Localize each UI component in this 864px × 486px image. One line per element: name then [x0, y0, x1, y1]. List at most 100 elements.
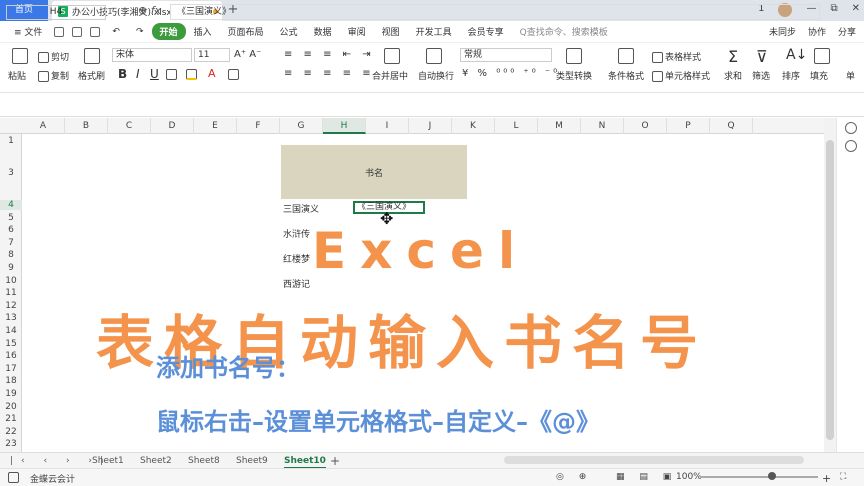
- format-painter-icon[interactable]: [84, 48, 100, 64]
- share-button[interactable]: 分享: [838, 25, 856, 38]
- formula-icons[interactable]: ⊕ fx: [138, 4, 161, 17]
- column-header[interactable]: I: [366, 118, 409, 134]
- column-header[interactable]: A: [22, 118, 65, 134]
- menu-review[interactable]: 审阅: [340, 25, 374, 38]
- book-cell[interactable]: 红楼梦: [283, 252, 310, 265]
- sort-icon[interactable]: A↓: [786, 47, 807, 63]
- row-header[interactable]: 4: [0, 200, 22, 210]
- row-header[interactable]: 13: [0, 313, 22, 323]
- sheet-tab[interactable]: Sheet8: [188, 453, 220, 469]
- column-header[interactable]: K: [452, 118, 495, 134]
- book-cell[interactable]: 西游记: [283, 277, 310, 290]
- number-format-icons[interactable]: ¥ % ⁰⁰⁰ ⁺⁰ ⁻⁰: [462, 68, 560, 79]
- row-header[interactable]: 19: [0, 389, 22, 399]
- row-header[interactable]: 8: [0, 250, 22, 260]
- sheet-tab-active[interactable]: Sheet10: [284, 453, 326, 469]
- redo-icon[interactable]: ↷: [128, 27, 152, 37]
- row-header[interactable]: 23: [0, 439, 22, 449]
- merge-center-icon[interactable]: [384, 48, 400, 64]
- close-button[interactable]: ✕: [852, 3, 860, 17]
- header-cell-book-title[interactable]: 书名: [281, 145, 467, 199]
- column-header[interactable]: N: [581, 118, 624, 134]
- column-header[interactable]: D: [151, 118, 194, 134]
- row-header[interactable]: 22: [0, 427, 22, 437]
- sync-status[interactable]: 未同步: [769, 25, 796, 38]
- filter-icon[interactable]: ⊽: [756, 47, 768, 66]
- column-header[interactable]: M: [538, 118, 581, 134]
- conditional-format-button[interactable]: 条件格式: [608, 69, 644, 82]
- cloud-service-label[interactable]: 金蝶云会计: [30, 472, 75, 485]
- table-style-button[interactable]: 表格样式: [652, 50, 701, 63]
- bold-button[interactable]: B: [118, 67, 127, 81]
- menu-page-layout[interactable]: 页面布局: [220, 25, 272, 38]
- zoom-slider-knob[interactable]: [768, 472, 776, 480]
- undo-icon[interactable]: ↶: [104, 27, 128, 37]
- preview-icon[interactable]: [90, 26, 101, 37]
- menu-start[interactable]: 开始: [151, 23, 186, 40]
- type-convert-button[interactable]: 类型转换: [556, 69, 592, 82]
- font-size-select[interactable]: 11: [194, 48, 230, 62]
- menu-file[interactable]: ≡ 文件: [6, 25, 50, 38]
- menu-data[interactable]: 数据: [306, 25, 340, 38]
- zoom-level[interactable]: 100%: [676, 472, 702, 482]
- row-header[interactable]: 12: [0, 301, 22, 311]
- column-header[interactable]: F: [237, 118, 280, 134]
- column-header[interactable]: E: [194, 118, 237, 134]
- copy-button[interactable]: 复制: [38, 69, 69, 82]
- column-header[interactable]: Q: [710, 118, 753, 134]
- restore-button[interactable]: ⧉: [830, 3, 837, 17]
- row-header[interactable]: 17: [0, 364, 22, 374]
- column-header[interactable]: C: [108, 118, 151, 134]
- print-icon[interactable]: [72, 26, 83, 37]
- book-cell[interactable]: 三国演义: [283, 202, 319, 215]
- font-grow-icon[interactable]: A⁺ A⁻: [234, 49, 261, 60]
- formula-input[interactable]: 《三国演义》: [170, 4, 820, 20]
- column-header[interactable]: H: [323, 118, 366, 134]
- status-tools-icons[interactable]: ◎ ⊕: [556, 472, 592, 482]
- row-header[interactable]: 5: [0, 213, 22, 223]
- menu-view[interactable]: 视图: [374, 25, 408, 38]
- row-header[interactable]: 7: [0, 238, 22, 248]
- column-header[interactable]: P: [667, 118, 710, 134]
- format-painter-button[interactable]: 格式刷: [78, 69, 105, 82]
- underline-button[interactable]: U: [150, 67, 159, 81]
- vertical-scroll-thumb[interactable]: [826, 140, 834, 440]
- merge-center-button[interactable]: 合并居中: [372, 69, 408, 82]
- column-header[interactable]: L: [495, 118, 538, 134]
- menu-developer[interactable]: 开发工具: [408, 25, 460, 38]
- clear-format-icon[interactable]: [228, 69, 241, 80]
- row-header[interactable]: 6: [0, 225, 22, 235]
- sheet-tab[interactable]: Sheet2: [140, 453, 172, 469]
- fill-button[interactable]: 填充: [810, 69, 828, 82]
- fill-color-icon[interactable]: [186, 69, 199, 80]
- horizontal-scrollbar[interactable]: [504, 456, 804, 464]
- column-header[interactable]: O: [624, 118, 667, 134]
- side-panel-select-icon[interactable]: [845, 122, 857, 134]
- sum-button[interactable]: 求和: [724, 69, 742, 82]
- wrap-text-icon[interactable]: [426, 48, 442, 64]
- fullscreen-icon[interactable]: ⛶: [840, 472, 846, 482]
- filter-button[interactable]: 筛选: [752, 69, 770, 82]
- italic-button[interactable]: I: [136, 67, 140, 81]
- type-convert-icon[interactable]: [566, 48, 582, 64]
- zoom-in-button[interactable]: +: [822, 472, 831, 485]
- align-group-bottom[interactable]: ≡ ≡ ≡ ≡ ≡: [284, 68, 375, 79]
- column-header[interactable]: J: [409, 118, 452, 134]
- row-header[interactable]: 11: [0, 288, 22, 298]
- paste-icon[interactable]: [12, 48, 28, 64]
- font-name-select[interactable]: 宋体: [112, 48, 192, 62]
- zoom-slider-track[interactable]: [700, 476, 818, 478]
- font-color-icon[interactable]: A: [208, 67, 216, 80]
- view-mode-icons[interactable]: ▦ ▤ ▣: [616, 472, 677, 482]
- sheet-tab[interactable]: Sheet9: [236, 453, 268, 469]
- row-header[interactable]: 9: [0, 263, 22, 273]
- paste-button[interactable]: 粘贴: [8, 69, 26, 82]
- fill-icon[interactable]: [814, 48, 830, 64]
- row-header[interactable]: 1: [0, 136, 22, 146]
- cut-button[interactable]: 剪切: [38, 50, 69, 63]
- row-header[interactable]: 21: [0, 414, 22, 424]
- add-sheet-button[interactable]: +: [330, 453, 340, 469]
- save-icon[interactable]: [54, 26, 65, 37]
- menu-formulas[interactable]: 公式: [272, 25, 306, 38]
- row-header[interactable]: 16: [0, 351, 22, 361]
